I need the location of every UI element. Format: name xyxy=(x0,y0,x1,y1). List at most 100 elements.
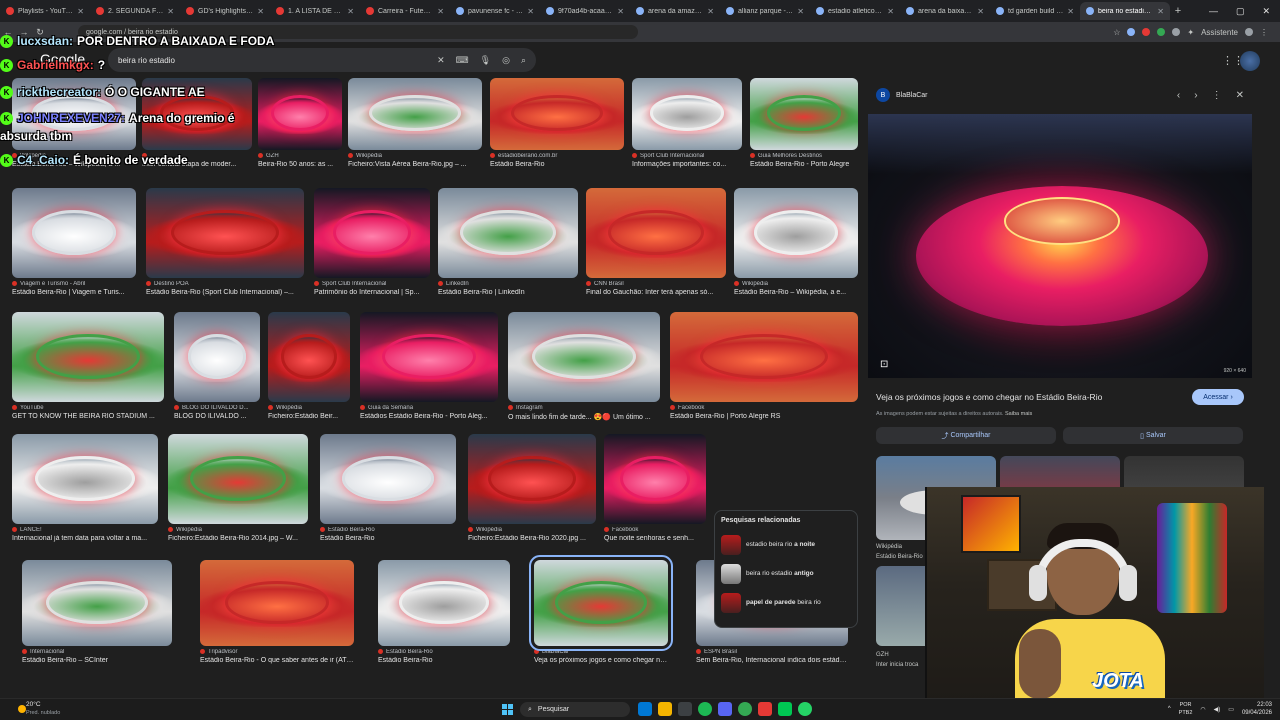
browser-tab[interactable]: arena da amazona - ✕ xyxy=(630,2,720,20)
clock[interactable]: 22:03 09/04/2026 xyxy=(1242,701,1272,717)
image-result[interactable]: Wikipédia Estádio Beira-Rio – Wikipédia, … xyxy=(12,78,136,168)
share-button[interactable]: ⤴ Compartilhar xyxy=(876,427,1056,444)
close-tab-icon[interactable]: ✕ xyxy=(1157,7,1164,16)
image-result[interactable]: Guia da Semana Estádios Estádio Beira-Rio… xyxy=(360,312,498,420)
browser-tab[interactable]: td garden build - Pes ✕ xyxy=(990,2,1080,20)
forward-icon[interactable]: → xyxy=(16,27,32,37)
close-tab-icon[interactable]: ✕ xyxy=(437,7,444,16)
lens-icon[interactable]: ◎ xyxy=(502,55,510,66)
image-result[interactable]: YouTube GET TO KNOW THE BEIRA RIO STADIUM… xyxy=(12,312,164,420)
language-indicator[interactable]: POR PTB2 xyxy=(1179,701,1193,717)
search-box[interactable]: beira rio estadio ✕ ⌨ 🎙 ◎ ⌕ xyxy=(108,48,536,72)
image-title[interactable]: Ficheiro:Estádio Beira-Rio 2020.jpg ... xyxy=(468,535,596,542)
image-result[interactable]: Facebook Estádio Beira-Rio | Porto Alegre… xyxy=(670,312,858,420)
image-title[interactable]: Final do Gauchão: Inter terá apenas só..… xyxy=(586,289,726,296)
profile-icon[interactable] xyxy=(1245,28,1253,36)
image-title[interactable]: BLOG DO ILIVALDO ... xyxy=(174,413,260,420)
image-result[interactable]: Wikipédia Estádio Beira-Rio – Wikipédia, … xyxy=(734,188,858,296)
save-button[interactable]: ▯ Salvar xyxy=(1063,427,1243,444)
close-tab-icon[interactable]: ✕ xyxy=(707,7,714,16)
lens-search-icon[interactable]: ⊡ xyxy=(880,359,888,370)
related-search-item[interactable]: estadio beira rio a noite xyxy=(721,530,851,559)
new-tab-button[interactable]: + xyxy=(1170,5,1186,17)
reload-icon[interactable]: ↻ xyxy=(32,27,48,38)
image-title[interactable]: Estádio Beira-Rio xyxy=(378,657,510,664)
image-title[interactable]: Estádio Beira-Rio xyxy=(320,535,456,542)
image-title[interactable]: Ficheiro:Estádio Beira-Rio 2014.jpg – W.… xyxy=(168,535,308,542)
visit-button[interactable]: Acessar › xyxy=(1192,389,1244,405)
image-title[interactable]: Estádio Beira-Rio - O que saber antes de… xyxy=(200,657,354,664)
image-result[interactable]: BLOG DO ILIVALDO D... BLOG DO ILIVALDO ..… xyxy=(174,312,260,420)
search-input[interactable]: beira rio estadio xyxy=(118,56,426,65)
image-result[interactable]: Estádio Beira-Rio Estádio Beira-Rio xyxy=(320,434,456,542)
volume-icon[interactable]: ◀) xyxy=(1214,706,1221,713)
image-title[interactable]: Inter conclui etapa de moder... xyxy=(142,161,252,168)
preview-source[interactable]: BlaBlaCar xyxy=(896,92,928,99)
image-result[interactable]: Guia Melhores Destinos Estádio Beira-Rio … xyxy=(750,78,858,168)
image-result[interactable]: estadiobeirario.com.br Estádio Beira-Rio xyxy=(490,78,624,168)
image-result[interactable]: Estádio Beira-Rio Estádio Beira-Rio xyxy=(378,560,510,664)
clear-icon[interactable]: ✕ xyxy=(437,55,445,66)
file-explorer-icon[interactable] xyxy=(658,702,672,716)
image-title[interactable]: Ficheiro:Estádio Beir... xyxy=(268,413,350,420)
extension-icon[interactable] xyxy=(1127,28,1136,36)
image-title[interactable]: Estádio Beira-Rio – Wikipédia, a ... xyxy=(12,161,136,168)
battery-icon[interactable]: ▭ xyxy=(1228,706,1234,713)
browser-tab[interactable]: 2. SEGUNDA FEIRA ✕ xyxy=(90,2,180,20)
whatsapp-icon[interactable] xyxy=(798,702,812,716)
image-result[interactable]: Instagram O mais lindo fim de tarde... 😍🔴… xyxy=(508,312,660,421)
close-tab-icon[interactable]: ✕ xyxy=(1067,7,1074,16)
close-tab-icon[interactable]: ✕ xyxy=(617,7,624,16)
spotify-icon[interactable] xyxy=(698,702,712,716)
image-title[interactable]: Beira-Rio 50 anos: as ... xyxy=(258,161,342,168)
image-result[interactable]: Inter conclui etapa de moder... xyxy=(142,78,252,168)
image-result[interactable]: Viagem e Turismo - Abril Estádio Beira-Ri… xyxy=(12,188,136,296)
browser-tab[interactable]: estadio atletico mine✕ xyxy=(810,2,900,20)
image-result[interactable]: Internacional Estádio Beira-Rio – SCInter xyxy=(22,560,172,664)
learn-more-link[interactable]: Saiba mais xyxy=(1005,411,1032,417)
image-title[interactable]: Estádio Beira-Rio | Viagem e Turis... xyxy=(12,289,136,296)
close-tab-icon[interactable]: ✕ xyxy=(797,7,804,16)
weather-widget[interactable]: 20°C Pred. nublado xyxy=(18,701,60,717)
back-icon[interactable]: ← xyxy=(0,27,16,37)
close-tab-icon[interactable]: ✕ xyxy=(167,7,174,16)
image-result[interactable]: Wikipédia Ficheiro:Estádio Beir... xyxy=(268,312,350,420)
next-icon[interactable]: › xyxy=(1194,90,1197,101)
image-title[interactable]: Estádio Beira-Rio (Sport Club Internacio… xyxy=(146,289,304,296)
image-result[interactable]: CNN Brasil Final do Gauchão: Inter terá a… xyxy=(586,188,726,296)
extension-record-icon[interactable] xyxy=(1142,28,1151,36)
browser-tab[interactable]: pavunense fc - Pesq ✕ xyxy=(450,2,540,20)
start-button-icon[interactable] xyxy=(502,704,513,715)
image-title[interactable]: Estádio Beira-Rio | LinkedIn xyxy=(438,289,578,296)
image-result[interactable]: GZH Beira-Rio 50 anos: as ... xyxy=(258,78,342,168)
app-green-icon[interactable] xyxy=(778,702,792,716)
assistant-label[interactable]: Assistente xyxy=(1201,28,1238,37)
discord-icon[interactable] xyxy=(718,702,732,716)
chrome-icon[interactable] xyxy=(738,702,752,716)
search-icon[interactable]: ⌕ xyxy=(521,55,526,66)
image-title[interactable]: GET TO KNOW THE BEIRA RIO STADIUM ... xyxy=(12,413,164,420)
image-result[interactable]: Wikipédia Ficheiro:Vista Aérea Beira-Rio.… xyxy=(348,78,482,168)
url-field[interactable]: google.com / beira rio estadio xyxy=(78,25,638,39)
previous-icon[interactable]: ‹ xyxy=(1177,90,1180,101)
app-icon[interactable] xyxy=(678,702,692,716)
image-title[interactable]: Estádio Beira-Rio - Porto Alegre xyxy=(750,161,858,168)
image-title[interactable]: Internacional já tem data para voltar a … xyxy=(12,535,158,542)
browser-tab[interactable]: GD's Highlights - You ✕ xyxy=(180,2,270,20)
assistant-sparkle-icon[interactable]: ✦ xyxy=(1187,28,1194,37)
close-tab-icon[interactable]: ✕ xyxy=(527,7,534,16)
browser-tab[interactable]: Playlists - YouTube ✕ xyxy=(0,2,90,20)
image-result[interactable]: Destino POA Estádio Beira-Rio (Sport Club… xyxy=(146,188,304,296)
minimize-icon[interactable]: — xyxy=(1209,6,1218,16)
image-result[interactable]: Sport Club Internacional Patrimônio do In… xyxy=(314,188,430,296)
preview-image[interactable]: ⊡ 920 × 640 xyxy=(868,114,1252,378)
taskbar-search[interactable]: ⌕ Pesquisar xyxy=(520,702,630,717)
extension-green-icon[interactable] xyxy=(1157,28,1166,36)
image-title[interactable]: Estádio Beira-Rio | Porto Alegre RS xyxy=(670,413,858,420)
image-result[interactable]: Wikipédia Ficheiro:Estádio Beira-Rio 2014… xyxy=(168,434,308,542)
image-result[interactable]: BlaBlaCar Veja os próximos jogos e como c… xyxy=(529,555,673,664)
image-title[interactable]: Estádios Estádio Beira-Rio - Porto Aleg.… xyxy=(360,413,498,420)
image-title[interactable]: Ficheiro:Vista Aérea Beira-Rio.jpg – ... xyxy=(348,161,482,168)
browser-tab[interactable]: 1. A LISTA DE VIDEOS ✕ xyxy=(270,2,360,20)
image-title[interactable]: Patrimônio do Internacional | Sp... xyxy=(314,289,430,296)
